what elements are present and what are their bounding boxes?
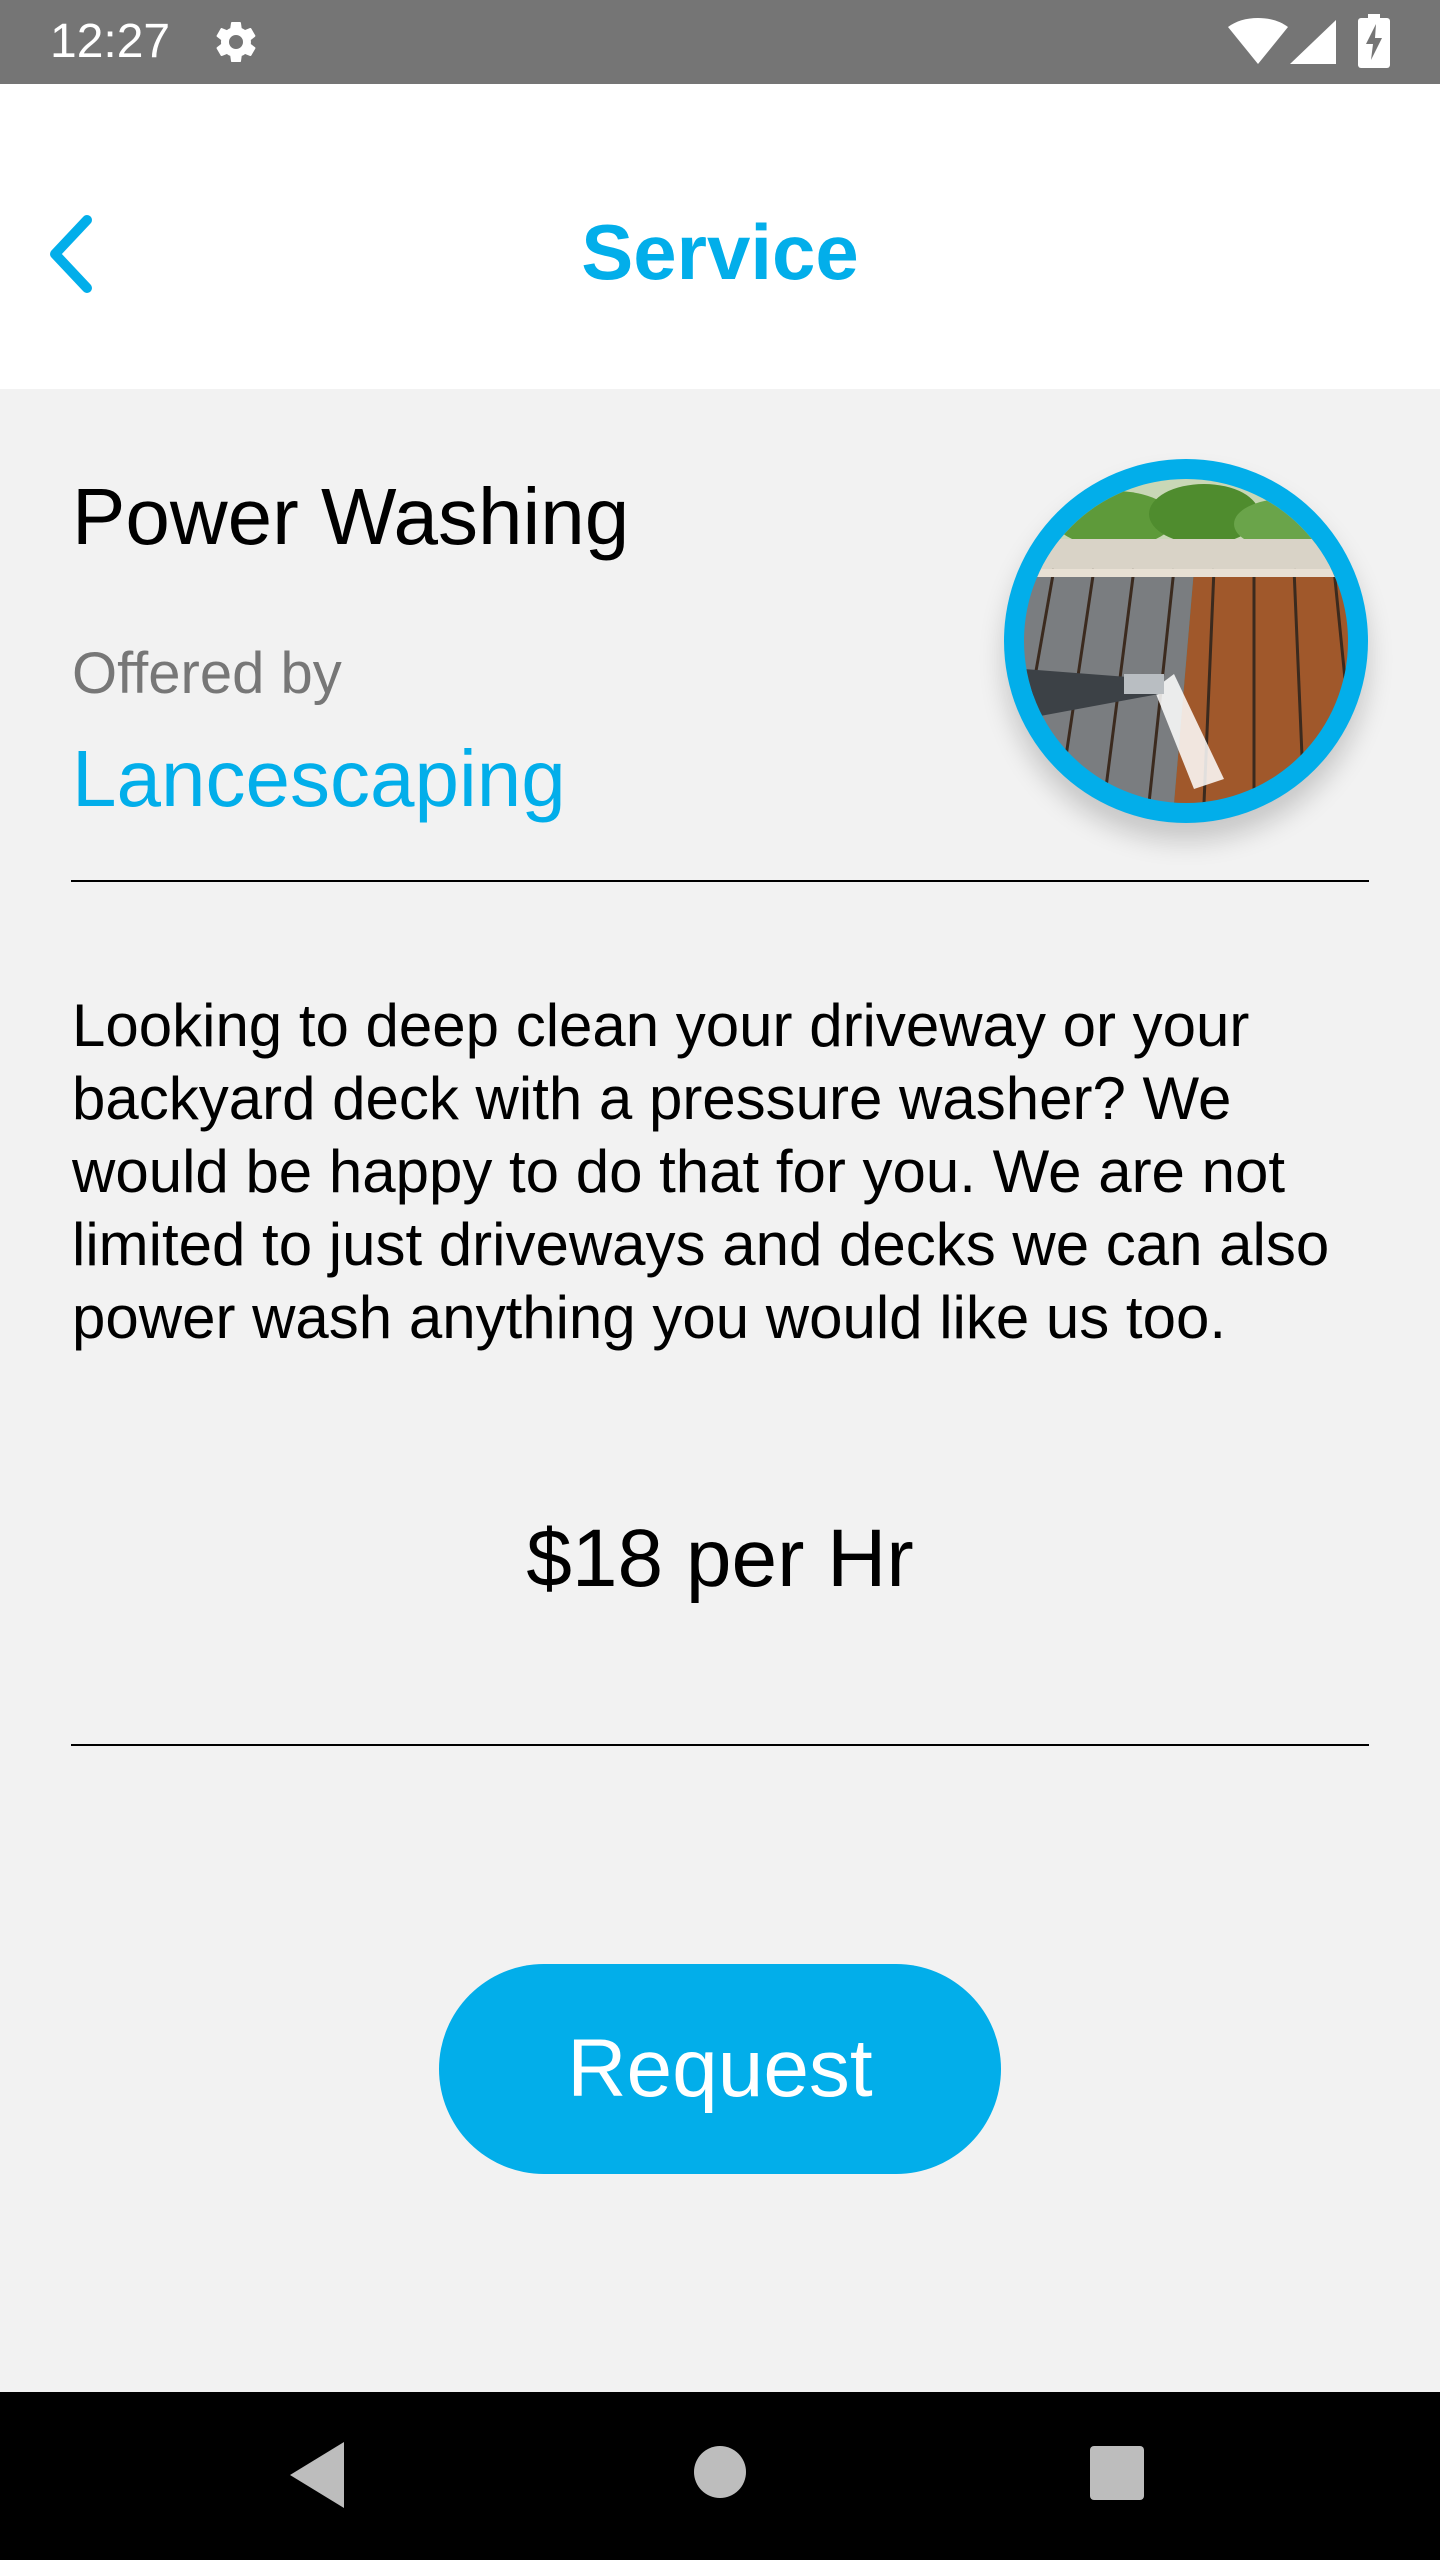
nav-back-icon[interactable]: [290, 2442, 344, 2508]
gear-icon: [216, 22, 256, 63]
page-title: Service: [581, 208, 859, 296]
provider-link[interactable]: Lancescaping: [72, 729, 566, 829]
service-price: $18 per Hr: [526, 1513, 914, 1604]
system-nav-bar: [0, 2392, 1440, 2560]
offered-by-label: Offered by: [72, 641, 342, 706]
power-washing-deck-photo: [1024, 479, 1348, 803]
divider: [71, 1744, 1369, 1746]
service-image-frame: [1004, 459, 1368, 823]
service-description: Looking to deep clean your driveway or y…: [72, 992, 1330, 1351]
divider: [71, 880, 1369, 882]
nav-home-icon[interactable]: [694, 2446, 746, 2498]
battery-charging-icon: [1358, 14, 1390, 68]
status-bar: 12:27: [0, 0, 1440, 84]
service-detail: Power Washing Offered by Lancescaping Lo…: [0, 389, 1440, 2392]
cell-signal-icon: [1290, 20, 1336, 64]
status-time: 12:27: [50, 15, 171, 68]
service-name: Power Washing: [72, 472, 630, 561]
request-button[interactable]: Request: [439, 1964, 1001, 2174]
wifi-icon: [1228, 18, 1288, 64]
nav-recents-icon[interactable]: [1090, 2446, 1144, 2500]
app-bar: Service: [0, 84, 1440, 389]
